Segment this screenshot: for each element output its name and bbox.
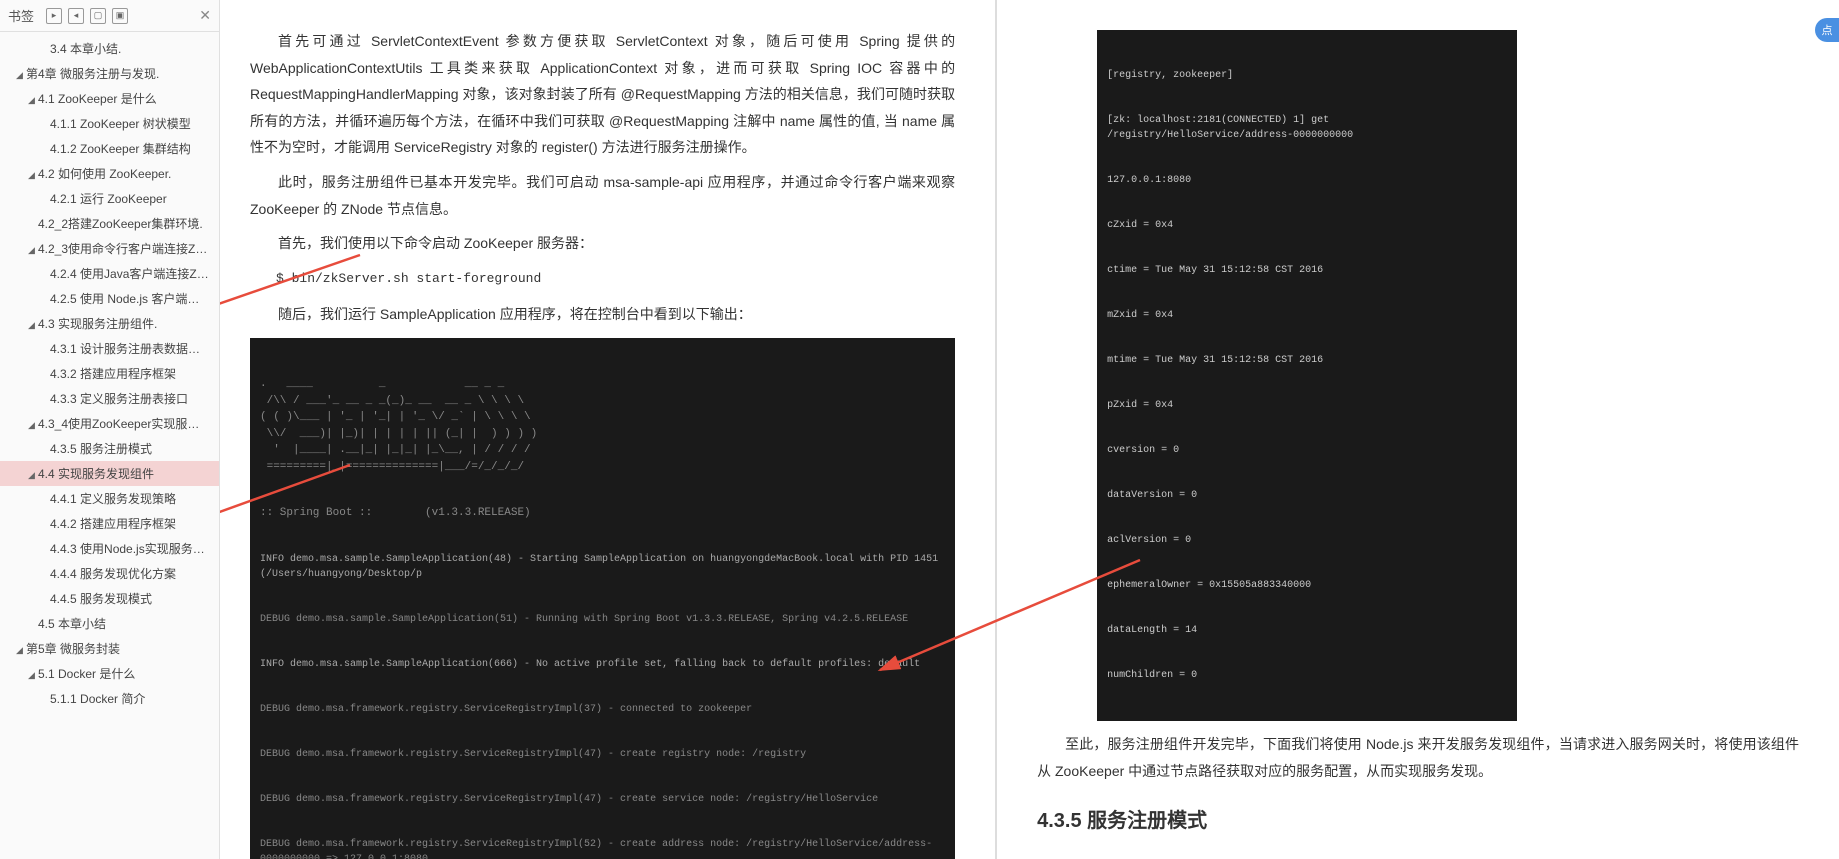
sidebar-header: 书签 ▸ ◂ ▢ ▣ ✕ <box>0 0 219 32</box>
bookmark-item[interactable]: 4.3.2 搭建应用程序框架 <box>0 361 219 386</box>
code-line: $ bin/zkServer.sh start-foreground <box>276 267 955 292</box>
bookmark-item[interactable]: 4.3.1 设计服务注册表数据结构. <box>0 336 219 361</box>
sidebar-toolbar: ▸ ◂ ▢ ▣ <box>46 8 128 24</box>
log-line: mtime = Tue May 31 15:12:58 CST 2016 <box>1107 353 1507 368</box>
bookmark-del-icon[interactable]: ▣ <box>112 8 128 24</box>
floating-badge[interactable]: 点 <box>1815 18 1839 42</box>
paragraph: 首先可通过 ServletContextEvent 参数方便获取 Servlet… <box>250 28 955 161</box>
bookmark-tree[interactable]: 3.4 本章小结.◢第4章 微服务注册与发现.◢4.1 ZooKeeper 是什… <box>0 32 219 859</box>
bookmark-item[interactable]: 4.5 本章小结 <box>0 611 219 636</box>
log-line: mZxid = 0x4 <box>1107 308 1507 323</box>
collapse-icon[interactable]: ◂ <box>68 8 84 24</box>
bookmark-item[interactable]: 4.3.3 定义服务注册表接口 <box>0 386 219 411</box>
section-heading-435: 4.3.5 服务注册模式 <box>1037 802 1799 840</box>
log-line: dataVersion = 0 <box>1107 488 1507 503</box>
bookmark-item[interactable]: 4.2.5 使用 Node.js 客户端连接... <box>0 286 219 311</box>
bookmark-item[interactable]: 4.3.5 服务注册模式 <box>0 436 219 461</box>
page-right: [registry, zookeeper] [zk: localhost:218… <box>997 0 1839 859</box>
terminal-output: [registry, zookeeper] [zk: localhost:218… <box>1097 30 1517 721</box>
bookmark-item[interactable]: 4.4.4 服务发现优化方案 <box>0 561 219 586</box>
close-icon[interactable]: ✕ <box>199 7 211 24</box>
log-line: DEBUG demo.msa.framework.registry.Servic… <box>260 837 945 859</box>
bookmark-item[interactable]: 4.4.3 使用Node.js实现服务发现. <box>0 536 219 561</box>
log-line: dataLength = 14 <box>1107 623 1507 638</box>
log-line: 127.0.0.1:8080 <box>1107 173 1507 188</box>
log-line: DEBUG demo.msa.framework.registry.Servic… <box>260 747 945 762</box>
bookmark-item[interactable]: 4.2_2搭建ZooKeeper集群环境. <box>0 211 219 236</box>
bookmark-item[interactable]: ◢第5章 微服务封装 <box>0 636 219 661</box>
bookmark-item[interactable]: 4.4.5 服务发现模式 <box>0 586 219 611</box>
bookmark-item[interactable]: ◢4.2 如何使用 ZooKeeper. <box>0 161 219 186</box>
bookmark-item[interactable]: 4.1.1 ZooKeeper 树状模型 <box>0 111 219 136</box>
bookmark-item[interactable]: ◢4.1 ZooKeeper 是什么 <box>0 86 219 111</box>
document-viewer: 首先可通过 ServletContextEvent 参数方便获取 Servlet… <box>220 0 1839 859</box>
terminal-output: . ____ _ __ _ _ /\\ / ___'_ __ _ _(_)_ _… <box>250 338 955 859</box>
log-line: pZxid = 0x4 <box>1107 398 1507 413</box>
log-line: [registry, zookeeper] <box>1107 68 1507 83</box>
bookmarks-sidebar: 书签 ▸ ◂ ▢ ▣ ✕ 3.4 本章小结.◢第4章 微服务注册与发现.◢4.1… <box>0 0 220 859</box>
log-line: INFO demo.msa.sample.SampleApplication(6… <box>260 657 945 672</box>
log-line: DEBUG demo.msa.framework.registry.Servic… <box>260 702 945 717</box>
bookmark-item[interactable]: 4.2.4 使用Java客户端连接Zoo... <box>0 261 219 286</box>
log-line: aclVersion = 0 <box>1107 533 1507 548</box>
sidebar-title: 书签 <box>8 6 34 25</box>
bookmark-item[interactable]: ◢第4章 微服务注册与发现. <box>0 61 219 86</box>
bookmark-item[interactable]: ◢4.4 实现服务发现组件 <box>0 461 219 486</box>
paragraph: 随后，我们运行 SampleApplication 应用程序，将在控制台中看到以… <box>250 301 955 328</box>
expand-icon[interactable]: ▸ <box>46 8 62 24</box>
paragraph: 此时，服务注册组件已基本开发完毕。我们可启动 msa-sample-api 应用… <box>250 169 955 222</box>
paragraph: 首先，我们使用以下命令启动 ZooKeeper 服务器： <box>250 230 955 257</box>
log-line: cZxid = 0x4 <box>1107 218 1507 233</box>
bookmark-item[interactable]: 4.1.2 ZooKeeper 集群结构 <box>0 136 219 161</box>
bookmark-item[interactable]: 5.1.1 Docker 简介 <box>0 686 219 711</box>
log-line: DEBUG demo.msa.sample.SampleApplication(… <box>260 612 945 627</box>
log-line: [zk: localhost:2181(CONNECTED) 1] get /r… <box>1107 113 1507 143</box>
spring-boot-version: :: Spring Boot :: (v1.3.3.RELEASE) <box>260 505 945 522</box>
log-line: numChildren = 0 <box>1107 668 1507 683</box>
paragraph: 至此，服务注册组件开发完毕，下面我们将使用 Node.js 来开发服务发现组件，… <box>1037 731 1799 784</box>
paragraph: 服务注册（Service Registry）是一种微服务架构核心模式，我们可以在… <box>1037 854 1799 859</box>
bookmark-item[interactable]: ◢4.2_3使用命令行客户端连接ZooK... <box>0 236 219 261</box>
bookmark-item[interactable]: 4.2.1 运行 ZooKeeper <box>0 186 219 211</box>
bookmark-item[interactable]: 4.4.1 定义服务发现策略 <box>0 486 219 511</box>
page-left: 首先可通过 ServletContextEvent 参数方便获取 Servlet… <box>220 0 997 859</box>
bookmark-item[interactable]: 3.4 本章小结. <box>0 36 219 61</box>
bookmark-add-icon[interactable]: ▢ <box>90 8 106 24</box>
spring-logo: . ____ _ __ _ _ /\\ / ___'_ __ _ _(_)_ _… <box>260 376 945 475</box>
bookmark-item[interactable]: ◢5.1 Docker 是什么 <box>0 661 219 686</box>
log-line: INFO demo.msa.sample.SampleApplication(4… <box>260 552 945 582</box>
log-line: ephemeralOwner = 0x15505a883340000 <box>1107 578 1507 593</box>
log-line: DEBUG demo.msa.framework.registry.Servic… <box>260 792 945 807</box>
bookmark-item[interactable]: ◢4.3_4使用ZooKeeper实现服务注册. <box>0 411 219 436</box>
bookmark-item[interactable]: ◢4.3 实现服务注册组件. <box>0 311 219 336</box>
bookmark-item[interactable]: 4.4.2 搭建应用程序框架 <box>0 511 219 536</box>
log-line: ctime = Tue May 31 15:12:58 CST 2016 <box>1107 263 1507 278</box>
log-line: cversion = 0 <box>1107 443 1507 458</box>
